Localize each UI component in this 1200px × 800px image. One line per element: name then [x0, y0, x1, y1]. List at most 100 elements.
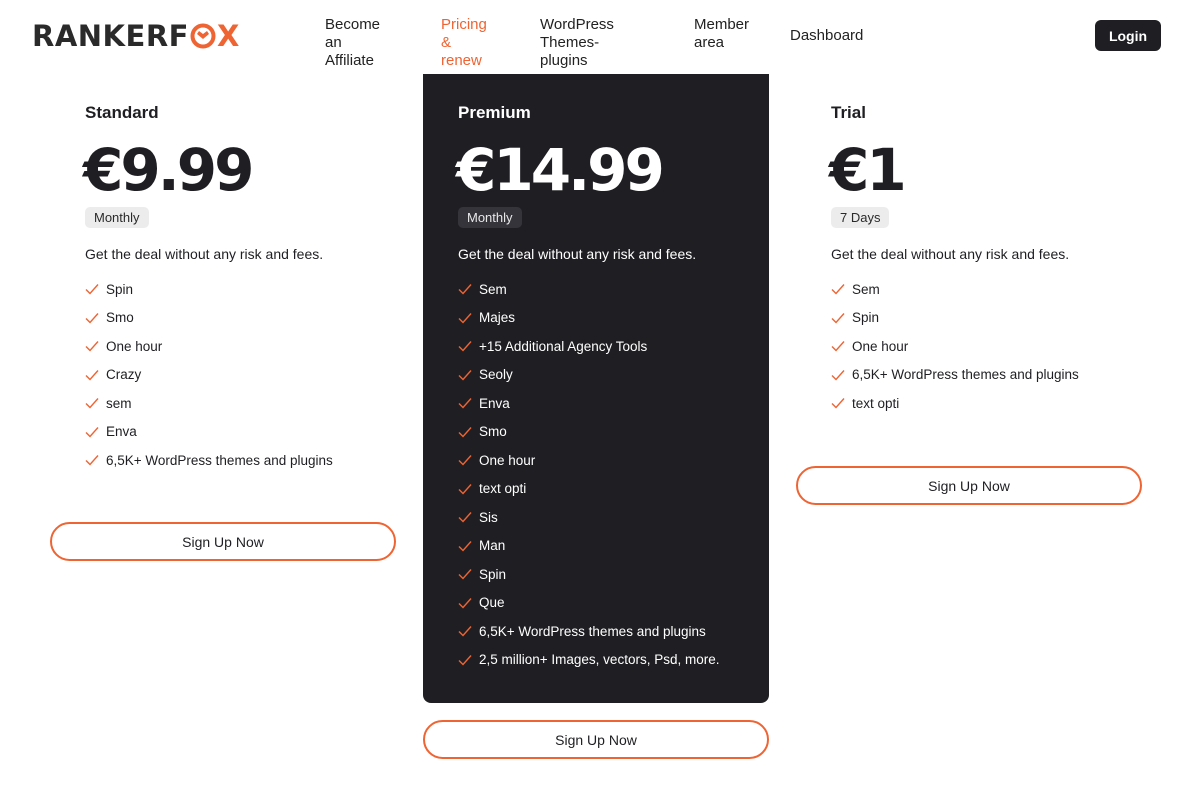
feature-item: Enva [85, 418, 333, 447]
feature-label: One hour [479, 452, 536, 468]
feature-item: Man [458, 532, 719, 561]
check-icon [831, 284, 845, 295]
check-icon [831, 312, 845, 324]
logo-text-main: RANKERF [32, 19, 189, 53]
check-icon [85, 398, 99, 409]
feature-label: Smo [479, 424, 507, 440]
feature-label: text opti [852, 395, 900, 411]
plan-period-badge: Monthly [458, 207, 522, 228]
feature-item: Enva [458, 389, 719, 418]
check-icon [458, 369, 472, 381]
feature-list: Sem Majes +15 Additional Agency Tools Se… [458, 275, 719, 674]
feature-item: Crazy [85, 361, 333, 390]
standard-signup-button[interactable]: Sign Up Now [50, 522, 396, 561]
login-button[interactable]: Login [1095, 20, 1161, 51]
plan-price: €1 [829, 136, 907, 204]
feature-label: Enva [106, 424, 137, 440]
feature-label: One hour [852, 338, 909, 354]
check-icon [458, 512, 472, 523]
feature-item: One hour [85, 332, 333, 361]
nav-pricing-renew[interactable]: Pricing & renew [441, 16, 487, 70]
plan-period-badge: 7 Days [831, 207, 890, 228]
feature-label: Majes [479, 310, 516, 326]
check-icon [458, 426, 472, 438]
check-icon [458, 455, 472, 466]
plan-name: Premium [458, 103, 531, 122]
plan-description: Get the deal without any risk and fees. [831, 246, 1070, 262]
feature-item: Smo [458, 418, 719, 447]
feature-label: Crazy [106, 367, 142, 383]
trial-signup-button[interactable]: Sign Up Now [796, 466, 1142, 505]
feature-item: Smo [85, 304, 333, 333]
feature-item: Majes [458, 304, 719, 333]
plan-card-trial: Trial €1 7 Days Get the deal without any… [796, 74, 1142, 444]
nav-wordpress-themes[interactable]: WordPress Themes-plugins [540, 16, 614, 70]
feature-item: One hour [458, 446, 719, 475]
check-icon [458, 597, 472, 609]
feature-item: Que [458, 589, 719, 618]
feature-item: Spin [458, 560, 719, 589]
nav-become-affiliate[interactable]: Become an Affiliate [325, 16, 380, 70]
feature-item: Seoly [458, 361, 719, 390]
brand-logo[interactable]: RANKERF X [32, 18, 240, 54]
check-icon [458, 284, 472, 295]
plan-card-premium: Premium €14.99 Monthly Get the deal with… [423, 74, 769, 703]
check-icon [458, 654, 472, 666]
feature-label: 2,5 million+ Images, vectors, Psd, more. [479, 652, 720, 668]
plan-description: Get the deal without any risk and fees. [458, 246, 697, 262]
feature-label: Sem [479, 281, 507, 297]
feature-label: Man [479, 538, 506, 554]
feature-label: Spin [106, 281, 134, 297]
nav-dashboard[interactable]: Dashboard [790, 27, 863, 45]
feature-label: text opti [479, 481, 527, 497]
feature-label: sem [106, 395, 132, 411]
check-icon [85, 284, 99, 295]
check-icon [831, 398, 845, 409]
feature-item: text opti [458, 475, 719, 504]
plan-period-badge: Monthly [85, 207, 149, 228]
feature-list: Sem Spin One hour 6,5K+ WordPress themes… [831, 275, 1079, 418]
feature-label: Spin [479, 566, 507, 582]
feature-label: 6,5K+ WordPress themes and plugins [479, 623, 706, 639]
feature-item: +15 Additional Agency Tools [458, 332, 719, 361]
feature-label: Enva [479, 395, 510, 411]
feature-item: Sem [831, 275, 1079, 304]
feature-label: Sem [852, 281, 880, 297]
feature-item: sem [85, 389, 333, 418]
feature-item: text opti [831, 389, 1079, 418]
check-icon [458, 398, 472, 409]
feature-item: 6,5K+ WordPress themes and plugins [85, 446, 333, 475]
nav-member-area[interactable]: Member area [694, 16, 749, 52]
check-icon [85, 369, 99, 381]
check-icon [458, 540, 472, 552]
feature-item: Spin [831, 304, 1079, 333]
feature-label: Smo [106, 310, 134, 326]
plan-price: €14.99 [456, 136, 665, 204]
plan-card-standard: Standard €9.99 Monthly Get the deal with… [50, 74, 396, 494]
check-icon [85, 312, 99, 324]
feature-item: Sem [458, 275, 719, 304]
plan-price: €9.99 [83, 136, 254, 204]
check-icon [458, 626, 472, 637]
feature-label: Que [479, 595, 505, 611]
feature-label: Sis [479, 509, 498, 525]
check-icon [458, 312, 472, 324]
feature-item: 6,5K+ WordPress themes and plugins [831, 361, 1079, 390]
feature-label: Spin [852, 310, 880, 326]
feature-item: 6,5K+ WordPress themes and plugins [458, 617, 719, 646]
check-icon [458, 569, 472, 580]
check-icon [831, 369, 845, 381]
feature-label: Seoly [479, 367, 513, 383]
check-icon [831, 341, 845, 352]
plan-description: Get the deal without any risk and fees. [85, 246, 324, 262]
feature-list: Spin Smo One hour Crazy sem Enva 6,5K+ W… [85, 275, 333, 475]
feature-label: 6,5K+ WordPress themes and plugins [106, 452, 333, 468]
feature-item: 2,5 million+ Images, vectors, Psd, more. [458, 646, 719, 675]
feature-label: One hour [106, 338, 163, 354]
premium-signup-button[interactable]: Sign Up Now [423, 720, 769, 759]
feature-item: Sis [458, 503, 719, 532]
check-icon [458, 483, 472, 495]
plan-name: Trial [831, 103, 866, 122]
feature-label: +15 Additional Agency Tools [479, 338, 648, 354]
check-icon [458, 341, 472, 352]
